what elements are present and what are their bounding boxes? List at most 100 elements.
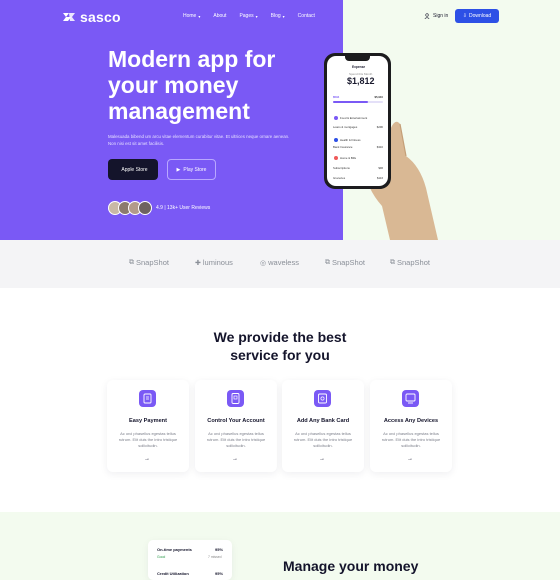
manage-title: Manage your money [283,558,419,574]
nav-item-label: About [213,13,227,19]
logo[interactable]: sasco [62,9,121,25]
service-card-desc: Ac orci phasellus egestas tellus rutrum.… [381,431,441,448]
phone-row: Loans & mortgages $296 [333,125,383,130]
download-button[interactable]: ⇩ Download [455,9,499,23]
hero-title-line: management [108,98,250,124]
hero-title-line: your money [108,72,239,98]
play-icon: ▶ [176,166,181,173]
logo-text: sasco [80,9,121,25]
services-title: We provide the best service for you [180,328,380,364]
services-title-line: service for you [230,347,330,363]
download-label: Download [468,13,492,19]
phone-split-left: $594 [333,95,340,99]
service-card-title: Control Your Account [207,418,265,424]
service-card-desc: Ac orci phasellus egestas tellus rutrum.… [206,431,266,448]
service-card: Easy Payment Ac orci phasellus egestas t… [107,380,189,472]
rating-text: 4.9 | 13k+ User Reviews [156,205,211,211]
phone-row-value: $296 [376,125,383,129]
phone-notch [345,56,370,61]
phone-balance: $1,812 [347,76,375,86]
phone-row-label: Bank Insurance [333,145,353,149]
brand-name: SnapShot [397,258,430,267]
snapshot-icon: ⧉ [390,258,395,266]
phone-row: Health & Fitness [340,138,383,143]
phone-row-label: Health & Fitness [340,138,361,142]
services-title-line: We provide the best [213,329,347,345]
phone-row-value: $316 [376,145,383,149]
reviewer-avatars [108,201,152,215]
play-store-button[interactable]: ▶ Play Store [167,159,216,180]
play-store-label: Play Store [183,166,207,173]
brand-logo: ⧉ SnapShot [129,258,169,267]
service-card-title: Add Any Bank Card [296,418,350,424]
nav-item-home[interactable]: Home ▾ [183,13,200,19]
phone-row-value: $96 [378,166,383,170]
nav-item-label: Contact [297,13,315,19]
brand-name: waveless [268,258,299,267]
phone-row: Subscriptions $96 [333,166,383,171]
nav-item-label: Blog [270,13,281,19]
brand-name: SnapShot [332,258,365,267]
nav-item-about[interactable]: About [213,13,226,19]
stat-value: 95% [215,571,224,576]
arrow-right-icon[interactable]: → [407,456,413,462]
phone-category-dot [334,116,338,120]
phone-row: Food & Entertainment [340,116,383,121]
brand-logo: ✚ luminous [195,258,233,267]
hero-title-line: Modern app for [108,46,276,72]
signin-label: Sign in [433,13,449,19]
download-icon: ⇩ [462,13,467,19]
brand-logo: ⧉ SnapShot [390,258,430,267]
snapshot-icon: ⧉ [325,258,330,266]
phone-row-label: Groceries [333,176,346,180]
chevron-down-icon: ▾ [282,13,285,19]
phone-row-label: Loans & mortgages [333,125,358,129]
phone-category-dot [334,138,338,142]
service-card-title: Easy Payment [129,418,167,424]
apple-store-label: Apple Store [121,166,148,173]
phone-row-label: Home & Bills [340,156,357,160]
chevron-down-icon: ▾ [255,13,258,19]
nav-item-blog[interactable]: Blog ▾ [271,13,285,19]
logo-icon [63,13,75,21]
stat-label: On-time payments [157,547,192,552]
nav-item-label: Home [183,13,197,19]
phone-row: Groceries $116 [333,176,383,181]
nav-item-pages[interactable]: Pages ▾ [239,13,257,19]
brand-name: SnapShot [136,258,169,267]
phone-title: Expense [352,65,366,69]
brand-logo: ◎ waveless [260,258,299,267]
arrow-right-icon[interactable]: → [232,456,238,462]
manage-section [0,512,560,580]
phone-row-value: $116 [376,176,383,180]
phone-split-right: $5,910 [374,95,383,99]
arrow-right-icon[interactable]: → [144,456,150,462]
phone-split-row: $594 $5,910 [333,95,383,100]
stat-sub: 7 missed [208,555,222,559]
nav-item-label: Pages [239,13,254,19]
phone-row-label: Subscriptions [333,166,350,170]
bank-card-icon [314,390,331,407]
devices-icon [402,390,419,407]
waveless-icon: ◎ [260,259,267,267]
phone-progress-bar [333,101,383,103]
avatar [138,201,152,215]
chevron-down-icon: ▾ [198,13,201,19]
apple-store-button[interactable]: Apple Store [108,159,158,180]
nav-item-contact[interactable]: Contact [298,13,315,19]
snapshot-icon: ⧉ [129,258,134,266]
account-icon [227,390,244,407]
stat-label: Credit Utilization [157,571,189,576]
payment-icon [139,390,156,407]
nav-menu: Home ▾ About Pages ▾ Blog ▾ Contact [183,13,315,19]
top-navbar: sasco Home ▾ About Pages ▾ Blog ▾ Contact S… [0,0,560,32]
signin-link[interactable]: Sign in [424,13,448,19]
brand-logo: ⧉ SnapShot [325,258,365,267]
user-icon [424,13,430,19]
phone-row: Bank Insurance $316 [333,145,383,150]
stat-value: 95% [215,547,224,552]
service-card-desc: Ac orci phasellus egestas tellus rutrum.… [293,431,353,448]
arrow-right-icon[interactable]: → [319,456,325,462]
phone-category-dot [334,156,338,160]
stat-sub: Good [157,555,166,559]
